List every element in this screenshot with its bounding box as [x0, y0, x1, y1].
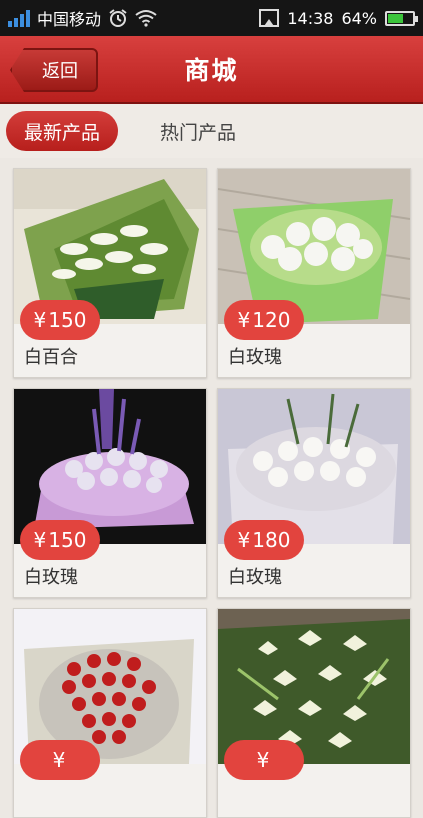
- product-name: 白百合: [24, 347, 78, 368]
- image-notification-icon: [259, 9, 280, 27]
- price-tag: ¥180: [224, 520, 304, 560]
- tab-newest-products[interactable]: 最新产品: [6, 111, 119, 151]
- alarm-icon: [109, 9, 127, 27]
- price-value: 120: [252, 308, 291, 332]
- price-tag: ¥: [224, 740, 304, 780]
- page-title: 商城: [184, 56, 239, 85]
- carrier-name: 中国移动: [37, 10, 102, 29]
- product-card[interactable]: ¥120 白玫瑰: [217, 168, 411, 378]
- battery-percent: 64%: [341, 8, 377, 28]
- currency-symbol: ¥: [52, 748, 66, 772]
- product-name: 白玫瑰: [24, 567, 78, 588]
- currency-symbol: ¥: [33, 308, 47, 332]
- tab-bar: 最新产品 热门产品: [0, 104, 423, 158]
- product-grid: ¥150 白百合 ¥120 白玫瑰 ¥ 150 白玫瑰 ¥ 180 白玫瑰 ¥ …: [13, 168, 411, 818]
- currency-symbol: ¥: [33, 528, 47, 552]
- signal-icon: [8, 9, 30, 27]
- product-card[interactable]: ¥: [13, 608, 207, 818]
- price-tag: ¥120: [224, 300, 304, 340]
- price-value: 180: [252, 528, 291, 552]
- price-tag: ¥150: [20, 520, 100, 560]
- title-bar: 返回 商城: [0, 36, 423, 104]
- product-name: 白玫瑰: [228, 347, 282, 368]
- price-value: 150: [48, 308, 87, 332]
- tab-hot-products[interactable]: 热门产品: [142, 111, 254, 151]
- currency-symbol: ¥: [237, 528, 251, 552]
- wifi-icon: [135, 10, 157, 27]
- clock: 14:38: [287, 8, 334, 28]
- price-tag: ¥: [20, 740, 100, 780]
- product-card[interactable]: ¥150 白玫瑰: [13, 388, 207, 598]
- price-tag: ¥150: [20, 300, 100, 340]
- status-bar: 中国移动 14:38 64%: [0, 0, 423, 36]
- product-name: 白玫瑰: [228, 567, 282, 588]
- battery-icon: [385, 10, 418, 26]
- product-card[interactable]: ¥: [217, 608, 411, 818]
- price-value: 150: [48, 528, 87, 552]
- product-card[interactable]: ¥180 白玫瑰: [217, 388, 411, 598]
- currency-symbol: ¥: [237, 308, 251, 332]
- currency-symbol: ¥: [256, 748, 270, 772]
- back-button[interactable]: 返回: [10, 48, 98, 92]
- product-card[interactable]: ¥150 白百合: [13, 168, 207, 378]
